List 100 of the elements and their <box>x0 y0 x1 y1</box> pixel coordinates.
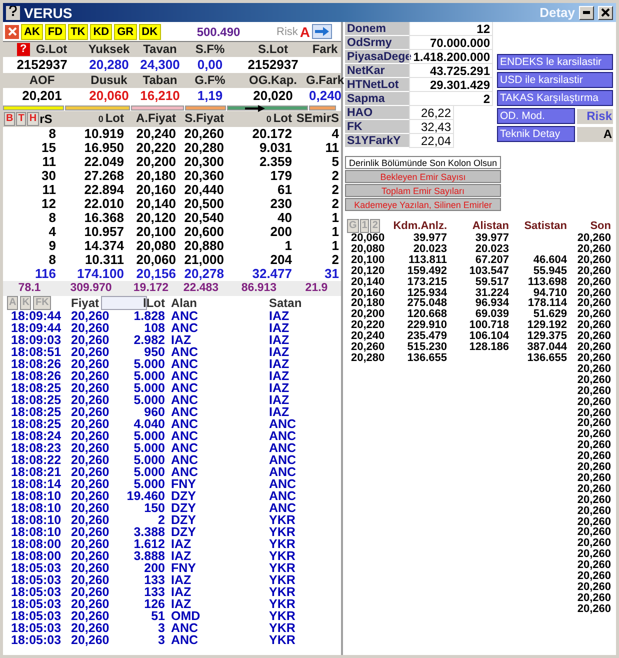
column-header: 0 Lot <box>226 111 294 127</box>
table-cell-text: 21,000 <box>183 253 225 267</box>
order-button[interactable]: Derinlik Bölümünde Son Kolon Olsun <box>345 156 501 169</box>
table-cell-text: 20,240 <box>350 331 386 342</box>
table-cell-text: 20,260 <box>576 244 611 255</box>
table-cell-text: 18:08:25 <box>11 394 62 406</box>
filter-tag[interactable]: AK <box>21 24 43 40</box>
compare-button[interactable]: TAKAS Karşılaştırma <box>497 90 613 106</box>
table-cell-text: 39.977 <box>412 233 447 244</box>
table-cell-text: 4.040 <box>132 418 166 430</box>
table-cell-text: 1.828 <box>132 310 166 322</box>
filter-tag[interactable]: TK <box>68 24 88 40</box>
table-cell-text: 20,260 <box>576 396 611 408</box>
summary-value: 20,280 <box>88 57 130 73</box>
filter-tag[interactable]: GR <box>114 24 137 40</box>
table-cell-text: 12 <box>40 197 57 211</box>
column-header: lLot <box>143 296 165 310</box>
table-cell-text: 3 <box>157 634 166 646</box>
table-cell-text: 20,260 <box>71 322 110 334</box>
table-cell-text: 1.612 <box>132 538 166 550</box>
table-cell-text: 3.388 <box>132 526 166 538</box>
help-button[interactable]: ? <box>16 43 30 56</box>
close-button[interactable] <box>598 6 613 20</box>
info-label: Sapma <box>345 92 409 106</box>
table-cell-text: YKR <box>269 586 296 598</box>
order-button[interactable]: Bekleyen Emir Sayısı <box>345 170 501 183</box>
table-cell-text: 18:08:25 <box>11 382 62 394</box>
summary-label: Fark <box>309 42 341 57</box>
close-icon[interactable] <box>5 24 19 38</box>
table-cell-text: 18:05:03 <box>11 610 62 622</box>
view-button[interactable]: T <box>16 112 26 126</box>
table-cell-text: YKR <box>269 610 296 622</box>
table-cell-text: 3.888 <box>132 550 166 562</box>
table-cell-text: 20,260 <box>576 309 611 320</box>
table-cell-text: 103.547 <box>468 266 509 277</box>
table-cell-text: 129.375 <box>526 331 567 342</box>
table-cell-text: 16.950 <box>83 141 125 155</box>
table-cell-text: DZY <box>171 502 197 514</box>
table-cell-text: 20,260 <box>71 550 110 562</box>
summary-value: 20,060 <box>88 88 130 104</box>
order-button[interactable]: Toplam Emir Sayıları <box>345 184 501 197</box>
filter-tag[interactable]: KD <box>90 24 112 40</box>
table-cell-text: 18:05:03 <box>11 586 62 598</box>
table-cell-text: 11 <box>324 141 340 155</box>
table-cell-text: ANC <box>171 406 200 418</box>
table-cell-text: 1 <box>284 239 293 253</box>
table-cell-text: 20,080 <box>135 239 177 253</box>
table-cell-text: 18:09:44 <box>11 322 62 334</box>
column-header: Satistan <box>523 219 567 233</box>
table-cell-text: 20,260 <box>71 346 110 358</box>
table-cell-text: 20,260 <box>576 352 611 364</box>
table-cell-text: 20,260 <box>71 634 110 646</box>
help-icon[interactable] <box>6 6 20 20</box>
table-cell-text: 18:05:03 <box>11 622 62 634</box>
info-value: 70.000.000 <box>409 36 493 50</box>
table-cell-text: 129.192 <box>526 320 567 332</box>
table-cell-text: IAZ <box>171 334 192 346</box>
compare-button[interactable]: USD ile karsilastir <box>497 72 613 88</box>
mode-button[interactable]: Teknik Detay <box>497 126 575 142</box>
table-cell-text: 5.000 <box>132 454 166 466</box>
close-icon <box>601 8 610 17</box>
table-cell-text: 5.000 <box>132 478 166 490</box>
table-cell-text: 20,060 <box>135 253 177 267</box>
table-cell-text: 178.114 <box>526 298 567 310</box>
table-cell-text: 1 <box>330 225 340 239</box>
table-cell-text: 18:08:26 <box>11 370 62 382</box>
view-button[interactable]: H <box>27 112 39 126</box>
table-cell-text: 230 <box>269 197 293 211</box>
table-cell-text: 22.010 <box>83 197 125 211</box>
table-cell-text: YKR <box>269 550 296 562</box>
average-cell: 78.1 <box>3 281 58 296</box>
total-cell-text: 32.477 <box>251 267 293 281</box>
table-cell-text: 20,260 <box>576 472 611 484</box>
filter-tag[interactable]: FD <box>44 24 66 40</box>
table-cell-text: 120.668 <box>406 309 447 320</box>
order-button[interactable]: Kademeye Yazılan, Silinen Emirler <box>345 198 501 211</box>
minimize-button[interactable] <box>579 6 594 20</box>
table-cell-text: ANC <box>269 466 298 478</box>
summary-value: 2152937 <box>246 57 300 73</box>
table-cell-text: 20,260 <box>71 454 110 466</box>
table-cell-text: 20,260 <box>576 374 611 386</box>
compare-button[interactable]: ENDEKS le karsilastir <box>497 54 613 70</box>
summary-value: 16,210 <box>139 88 181 104</box>
table-cell-text: 18:08:10 <box>11 514 62 526</box>
view-button[interactable]: B <box>4 112 16 126</box>
summary-label: AOF <box>3 73 81 88</box>
table-cell-text: ANC <box>171 466 200 478</box>
table-cell-text: 20,260 <box>576 276 611 288</box>
summary-value: 24,300 <box>139 57 181 73</box>
table-cell-text: 20,160 <box>135 183 177 197</box>
table-cell-text: 20,160 <box>350 288 386 298</box>
mode-button[interactable]: OD. Mod. <box>497 108 575 124</box>
table-cell-text: 20,260 <box>576 527 611 538</box>
table-cell-text: 20,260 <box>71 394 110 406</box>
table-cell-text: 10.957 <box>83 225 125 239</box>
arrow-icon[interactable] <box>312 24 332 39</box>
table-cell-text: 20,140 <box>350 276 386 288</box>
table-cell-text: 173.215 <box>406 276 447 288</box>
risk-grade: A <box>300 24 310 40</box>
filter-tag[interactable]: DK <box>138 24 161 40</box>
